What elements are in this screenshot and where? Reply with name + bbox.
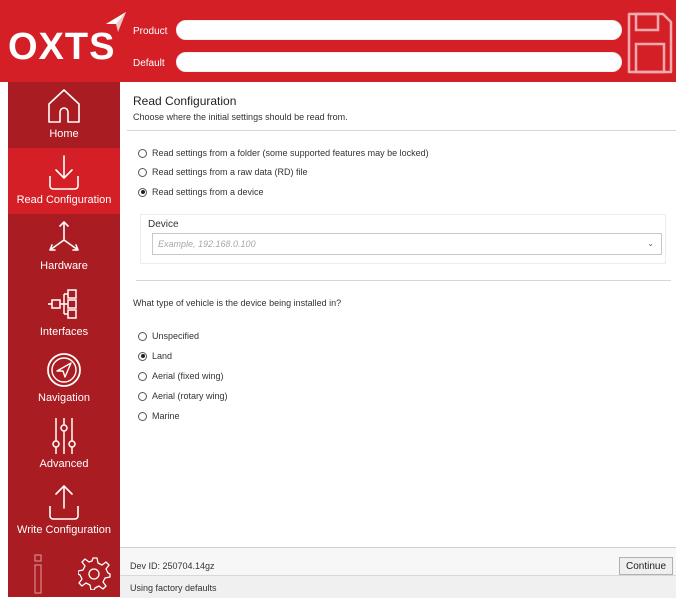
product-label: Product <box>133 26 168 37</box>
sidebar-item-navigation[interactable]: Navigation <box>8 346 120 412</box>
vehicle-option-marine[interactable]: Marine <box>138 409 180 423</box>
radio-label: Read settings from a raw data (RD) file <box>152 167 308 177</box>
page-subtitle: Choose where the initial settings should… <box>133 112 348 122</box>
page-title: Read Configuration <box>133 94 237 108</box>
sidebar-item-label: Advanced <box>39 458 89 470</box>
home-icon <box>48 89 80 123</box>
oxts-logo: OXTS <box>8 8 126 78</box>
device-group: Device Example, 192.168.0.100 ⌄ <box>140 214 666 264</box>
radio-label: Aerial (fixed wing) <box>152 371 224 381</box>
status-bar: Dev ID: 250704.14gz Continue <box>120 547 676 576</box>
download-arrow-icon <box>49 155 79 190</box>
device-placeholder: Example, 192.168.0.100 <box>158 239 256 249</box>
radio-label: Unspecified <box>152 331 200 341</box>
device-label: Device <box>148 219 179 230</box>
axes-icon <box>49 221 79 251</box>
factory-defaults-bar: Using factory defaults <box>120 575 676 598</box>
sidebar-item-label: Write Configuration <box>17 524 111 536</box>
vehicle-option-aerial-fixed[interactable]: Aerial (fixed wing) <box>138 369 224 383</box>
source-option-device[interactable]: Read settings from a device <box>138 185 264 199</box>
chevron-down-icon[interactable]: ⌄ <box>647 239 654 248</box>
radio-label: Read settings from a device <box>152 187 264 197</box>
sidebar-item-hardware[interactable]: Hardware <box>8 214 120 280</box>
gear-icon[interactable] <box>78 556 112 590</box>
radio-button[interactable] <box>138 167 147 177</box>
dev-id-text: Dev ID: 250704.14gz <box>130 561 215 571</box>
radio-button[interactable] <box>138 148 147 158</box>
logo-swoosh-icon <box>106 12 126 32</box>
radio-button[interactable] <box>138 391 147 401</box>
app-header: OXTS Product Default <box>0 0 676 82</box>
compass-icon <box>47 353 81 387</box>
logo-text: OXTS <box>8 26 116 68</box>
sidebar-item-interfaces[interactable]: Interfaces <box>8 280 120 346</box>
main-content: Read Configuration Choose where the init… <box>120 82 676 598</box>
radio-label: Read settings from a folder (some suppor… <box>152 148 429 158</box>
device-address-input[interactable]: Example, 192.168.0.100 ⌄ <box>152 233 662 255</box>
title-divider <box>127 130 676 131</box>
upload-arrow-icon <box>49 485 79 520</box>
sliders-icon <box>52 418 76 454</box>
vehicle-option-unspecified[interactable]: Unspecified <box>138 329 199 343</box>
vehicle-question: What type of vehicle is the device being… <box>133 298 342 308</box>
radio-button[interactable] <box>138 371 147 381</box>
sidebar-item-label: Interfaces <box>39 326 89 338</box>
radio-label: Marine <box>152 411 180 421</box>
radio-button[interactable] <box>138 331 147 341</box>
radio-button[interactable] <box>138 187 147 197</box>
connector-icon <box>48 289 77 319</box>
radio-button[interactable] <box>138 411 147 421</box>
info-icon[interactable] <box>32 554 44 594</box>
default-field[interactable] <box>176 52 622 72</box>
sidebar-footer <box>8 546 120 597</box>
source-option-rd-file[interactable]: Read settings from a raw data (RD) file <box>138 165 308 179</box>
vehicle-option-land[interactable]: Land <box>138 349 172 363</box>
sidebar-item-label: Home <box>49 128 79 140</box>
product-field[interactable] <box>176 20 622 40</box>
source-option-folder[interactable]: Read settings from a folder (some suppor… <box>138 146 429 160</box>
continue-button[interactable]: Continue <box>619 557 673 575</box>
sidebar-item-label: Read Configuration <box>16 194 112 206</box>
sidebar-item-read-configuration[interactable]: Read Configuration <box>8 148 120 214</box>
default-label: Default <box>133 58 165 69</box>
radio-button[interactable] <box>138 351 147 361</box>
section-divider <box>136 280 671 281</box>
radio-label: Aerial (rotary wing) <box>152 391 228 401</box>
factory-defaults-text: Using factory defaults <box>130 583 217 593</box>
floppy-disk-icon[interactable] <box>625 10 673 76</box>
sidebar-item-advanced[interactable]: Advanced <box>8 412 120 478</box>
sidebar-item-label: Navigation <box>38 392 90 404</box>
sidebar: Home Read Configuration Hardware Interfa… <box>8 82 120 597</box>
vehicle-option-aerial-rotary[interactable]: Aerial (rotary wing) <box>138 389 228 403</box>
sidebar-item-write-configuration[interactable]: Write Configuration <box>8 478 120 544</box>
sidebar-item-home[interactable]: Home <box>8 82 120 148</box>
sidebar-item-label: Hardware <box>40 260 88 272</box>
radio-label: Land <box>152 351 173 361</box>
